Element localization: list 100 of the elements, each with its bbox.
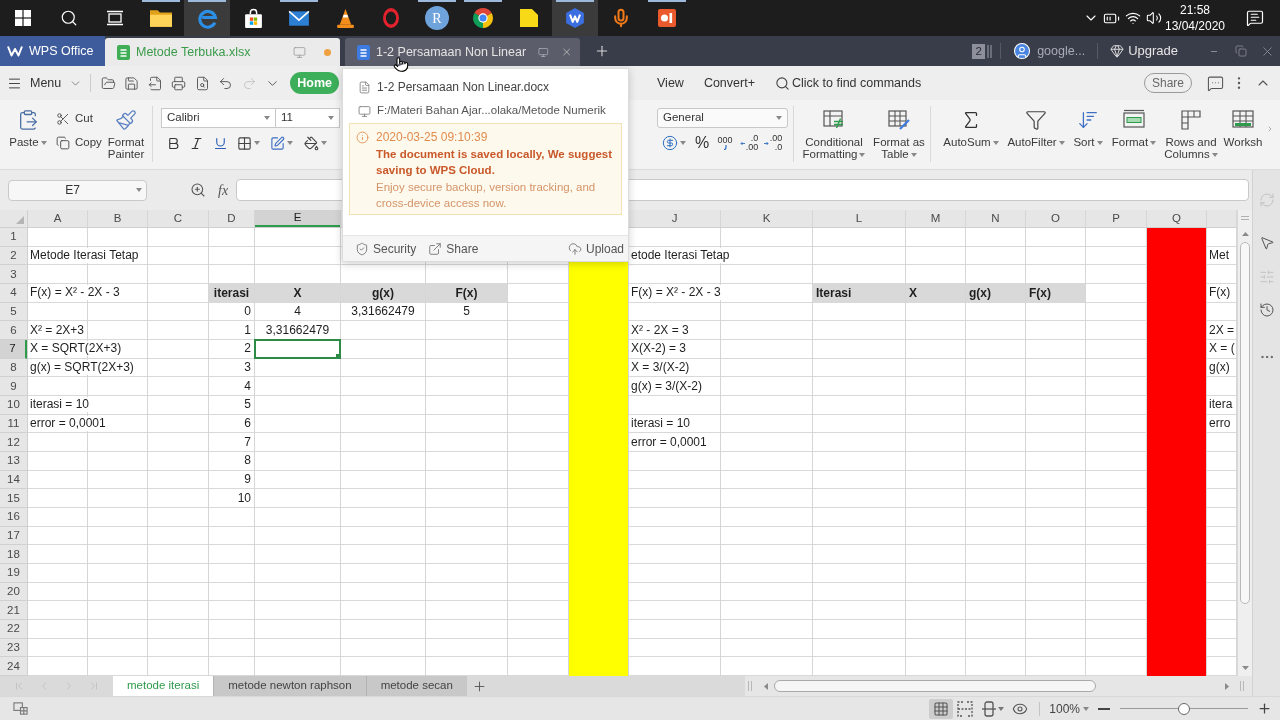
- zoom-slider-thumb[interactable]: [1178, 702, 1190, 715]
- comment-button[interactable]: [1206, 74, 1224, 92]
- zoom-icon[interactable]: [190, 182, 206, 198]
- column-header[interactable]: L: [813, 210, 905, 227]
- row-header[interactable]: 15: [0, 489, 27, 509]
- zoom-level-button[interactable]: 100%: [1049, 699, 1089, 718]
- conditional-formatting-button[interactable]: Conditional Formatting: [800, 100, 868, 162]
- copy-button[interactable]: Copy: [56, 132, 104, 154]
- row-header[interactable]: 12: [0, 433, 27, 453]
- up-arrow-icon[interactable]: [1241, 232, 1249, 236]
- upload-button[interactable]: Upload: [567, 239, 624, 258]
- notifications-icon[interactable]: [1246, 9, 1264, 27]
- sort-button[interactable]: Sort: [1069, 100, 1107, 162]
- status-tool-button[interactable]: [11, 699, 29, 718]
- column-header[interactable]: Q: [1147, 210, 1206, 227]
- row-header[interactable]: 11: [0, 414, 27, 434]
- row-header[interactable]: 22: [0, 620, 27, 639]
- format-as-table-button[interactable]: Format as Table: [868, 100, 930, 162]
- row-header[interactable]: 13: [0, 452, 27, 471]
- security-button[interactable]: Security: [355, 239, 417, 258]
- view-mode-button[interactable]: [929, 698, 954, 719]
- percent-style-button[interactable]: %: [691, 132, 713, 154]
- shield-icon: [355, 241, 369, 256]
- left-arrow-icon[interactable]: [764, 682, 768, 690]
- row-header[interactable]: 10: [0, 396, 27, 415]
- row-header[interactable]: 4: [0, 284, 27, 303]
- column-header[interactable]: C: [148, 210, 208, 227]
- function-label[interactable]: fx: [218, 179, 229, 201]
- row-header[interactable]: 23: [0, 638, 27, 658]
- format-painter-button[interactable]: Format Painter: [104, 100, 148, 162]
- format-button[interactable]: Format: [1107, 100, 1161, 162]
- zoom-in-button[interactable]: [1256, 701, 1272, 716]
- window-count-button[interactable]: 2: [972, 36, 1001, 66]
- upgrade-button[interactable]: Upgrade: [1110, 36, 1178, 66]
- sheet-tab[interactable]: metode secan: [365, 676, 467, 696]
- column-header[interactable]: M: [906, 210, 965, 227]
- ribbon-tab[interactable]: View: [649, 72, 692, 94]
- row-header[interactable]: 17: [0, 526, 27, 546]
- font-name-select[interactable]: Calibri: [161, 108, 276, 128]
- row-header[interactable]: 3: [0, 265, 27, 284]
- column-header[interactable]: O: [1026, 210, 1085, 227]
- row-header[interactable]: 18: [0, 545, 27, 565]
- right-arrow-icon[interactable]: [1225, 682, 1229, 690]
- sliders-icon: [1258, 269, 1275, 285]
- sheet-tab[interactable]: metode newton raphson: [213, 676, 366, 696]
- row-header[interactable]: 14: [0, 470, 27, 490]
- zoom-slider-track[interactable]: [1120, 702, 1248, 715]
- share-link-button[interactable]: Share: [428, 239, 479, 258]
- sheet-tab[interactable]: metode iterasi: [113, 676, 214, 696]
- column-header[interactable]: P: [1086, 210, 1146, 227]
- number-format-select[interactable]: General: [657, 108, 788, 128]
- row-header[interactable]: 2: [0, 246, 27, 266]
- column-header[interactable]: D: [209, 210, 254, 227]
- row-header[interactable]: 16: [0, 508, 27, 527]
- name-box[interactable]: E7: [8, 179, 147, 201]
- document-tab[interactable]: 1-2 Persamaan Non Linear: [345, 38, 580, 66]
- command-search[interactable]: Click to find commands: [774, 73, 922, 93]
- taskbar-app-button[interactable]: [552, 0, 598, 36]
- clock-date[interactable]: 13/04/2020: [1164, 18, 1226, 34]
- rows-and-columns-button[interactable]: Rows and Columns: [1161, 100, 1221, 162]
- page-break-icon: [957, 700, 974, 717]
- horizontal-scrollbar[interactable]: [745, 676, 1252, 696]
- column-header[interactable]: K: [721, 210, 812, 227]
- start-page-tab[interactable]: WPS Office: [0, 36, 105, 66]
- row-header[interactable]: 9: [0, 377, 27, 397]
- thousands-separator-button[interactable]: 000: [713, 132, 737, 154]
- decrease-decimal-button[interactable]: .00 .0: [761, 131, 785, 155]
- column-header[interactable]: B: [88, 210, 147, 227]
- close-icon[interactable]: [560, 45, 572, 59]
- column-header[interactable]: N: [966, 210, 1025, 227]
- row-header[interactable]: 8: [0, 358, 27, 378]
- cut-button[interactable]: Cut: [56, 108, 104, 130]
- row-header[interactable]: 1: [0, 228, 27, 247]
- circle-bar-logo-icon: [658, 9, 676, 27]
- row-header[interactable]: 7: [0, 340, 27, 359]
- autosum-button[interactable]: AutoSum: [939, 100, 1003, 162]
- ribbon-tab[interactable]: Convert+: [695, 72, 763, 94]
- column-header[interactable]: A: [28, 210, 87, 227]
- paste-button[interactable]: Paste: [6, 100, 50, 162]
- caret-icon: [1058, 140, 1065, 145]
- down-arrow-icon[interactable]: [1241, 666, 1249, 670]
- vertical-scrollbar[interactable]: [1237, 210, 1252, 676]
- row-header[interactable]: 5: [0, 302, 27, 322]
- font-size-select[interactable]: 11: [276, 108, 340, 128]
- scrollbar-thumb[interactable]: [1240, 242, 1250, 604]
- increase-decimal-button[interactable]: .0 .00: [737, 131, 761, 155]
- side-panel-button[interactable]: [1257, 302, 1276, 318]
- wifi-icon[interactable]: [1124, 10, 1141, 26]
- column-header[interactable]: J: [629, 210, 720, 227]
- account-button[interactable]: google...: [1013, 36, 1086, 66]
- worksheet-button[interactable]: Worksh: [1221, 100, 1265, 162]
- column-header[interactable]: E: [255, 210, 340, 227]
- volume-icon[interactable]: [1145, 10, 1162, 26]
- menu-button[interactable]: Menu: [7, 73, 83, 93]
- autofilter-button[interactable]: AutoFilter: [1003, 100, 1069, 162]
- row-header[interactable]: 20: [0, 582, 27, 602]
- scrollbar-thumb[interactable]: [774, 680, 1096, 692]
- clock-time[interactable]: 21:58: [1180, 2, 1210, 18]
- row-header[interactable]: 21: [0, 601, 27, 621]
- row-header[interactable]: 19: [0, 564, 27, 583]
